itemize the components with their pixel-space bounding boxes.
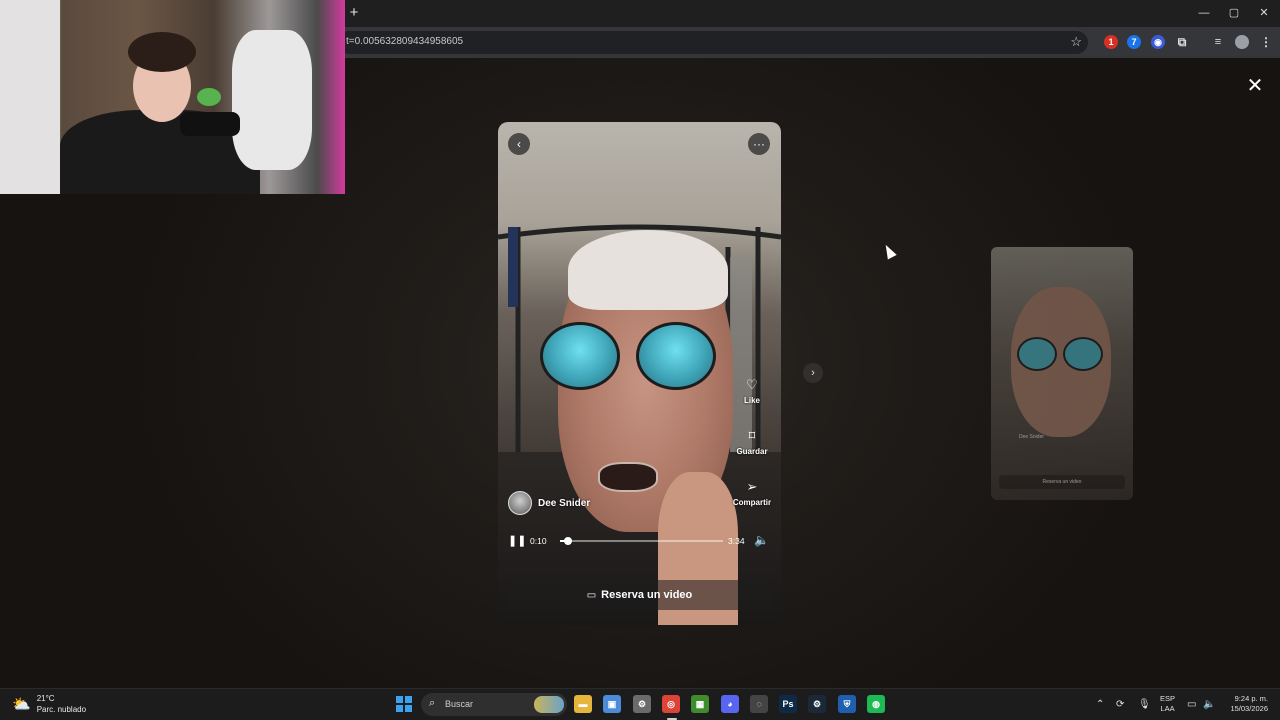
translate-ext-icon[interactable]: 7 xyxy=(1127,35,1141,49)
address-bar[interactable]: t=0.005632809434958605 ☆ xyxy=(338,31,1088,54)
video-player[interactable]: ‹ ··· ♡ Like ⌑ Guardar ➢ Compartir Dee S… xyxy=(498,122,781,625)
menu-kebab-icon[interactable]: ⋮ xyxy=(1259,35,1273,49)
next-video-preview[interactable]: Dee Snider Reserva un video xyxy=(991,247,1133,500)
maximize-button[interactable]: ▢ xyxy=(1226,6,1242,20)
file-explorer-icon[interactable]: ▬ xyxy=(574,695,592,713)
language-indicator[interactable]: ESP LAA xyxy=(1160,694,1175,714)
mouse-cursor-icon xyxy=(881,242,897,260)
network-icon[interactable]: ▭ xyxy=(1187,699,1196,710)
screen: + — ▢ ✕ t=0.005632809434958605 ☆ 1 7 ◉ ⧉… xyxy=(0,0,1280,720)
close-lightbox-button[interactable]: ✕ xyxy=(1246,76,1264,96)
video-mouth xyxy=(598,462,658,492)
start-tile xyxy=(405,696,412,703)
clock-time: 9:24 p. m. xyxy=(1234,694,1268,703)
minecraft-icon[interactable]: ▦ xyxy=(691,695,709,713)
volume-icon[interactable]: 🔈 xyxy=(754,533,769,547)
avatar xyxy=(508,491,532,515)
lang-bottom: LAA xyxy=(1160,704,1175,713)
reserve-video-label: Reserva un video xyxy=(601,589,693,601)
video-camera-icon: ▭ xyxy=(586,590,597,601)
pause-icon[interactable]: ❚❚ xyxy=(508,534,526,548)
save-button[interactable]: ⌑ Guardar xyxy=(730,428,774,456)
preview-reserve-label: Reserva un video xyxy=(999,475,1125,489)
photoshop-icon[interactable]: Ps xyxy=(779,695,797,713)
save-label: Guardar xyxy=(736,447,768,456)
left-lens xyxy=(540,322,620,390)
current-time: 0:10 xyxy=(530,536,547,546)
new-tab-button[interactable]: + xyxy=(346,5,362,21)
spotify-icon[interactable]: ◍ xyxy=(867,695,885,713)
clock-date: 15/03/2026 xyxy=(1230,704,1268,713)
webcam-plush xyxy=(197,88,221,106)
seek-bar[interactable] xyxy=(560,537,723,545)
app-icon[interactable]: ◌ xyxy=(750,695,768,713)
start-button[interactable] xyxy=(396,696,412,712)
tray-chevron-icon[interactable]: ⌃ xyxy=(1096,699,1104,710)
seek-thumb[interactable] xyxy=(563,537,572,545)
bookmark-icon: ⌑ xyxy=(748,428,756,443)
extensions-puzzle-icon[interactable]: ⧉ xyxy=(1175,35,1189,49)
webcam-microphone xyxy=(180,112,240,136)
taskbar: ⛅ 21°C Parc. nublado ⌕ Buscar ▬ ▣ ⚙ ◎ ▦ … xyxy=(0,688,1280,720)
taskbar-search[interactable]: ⌕ Buscar xyxy=(421,693,567,716)
heart-icon: ♡ xyxy=(746,377,758,392)
like-button[interactable]: ♡ Like xyxy=(730,377,774,405)
webcam-chair xyxy=(232,30,312,170)
start-tile xyxy=(396,696,403,703)
weather-condition: Parc. nublado xyxy=(36,705,87,714)
search-icon: ⌕ xyxy=(429,697,436,709)
total-time: 3:34 xyxy=(728,536,745,546)
youtube-ext-icon[interactable]: 1 xyxy=(1104,35,1118,49)
shield-ext-icon[interactable]: ◉ xyxy=(1151,35,1165,49)
author-name: Dee Snider xyxy=(538,497,591,509)
share-label: Compartir xyxy=(732,498,772,507)
reserve-video-button[interactable]: ▭ Reserva un video xyxy=(508,580,771,610)
url-text: t=0.005632809434958605 xyxy=(346,36,464,47)
partly-cloudy-icon: ⛅ xyxy=(12,696,31,713)
start-tile xyxy=(405,705,412,712)
start-tile xyxy=(396,705,403,712)
send-icon: ➢ xyxy=(746,479,758,494)
webcam-wall xyxy=(0,0,60,194)
playback-controls: ❚❚ 0:10 3:34 🔈 xyxy=(498,531,781,551)
right-lens xyxy=(636,322,716,390)
webcam-person-hair xyxy=(128,32,196,72)
microphone-icon[interactable]: 🎙 xyxy=(1138,699,1151,710)
store-icon[interactable]: ▣ xyxy=(603,695,621,713)
close-window-button[interactable]: ✕ xyxy=(1256,6,1272,20)
author-link[interactable]: Dee Snider xyxy=(508,491,590,515)
chrome-icon[interactable]: ◎ xyxy=(662,695,680,713)
like-label: Like xyxy=(743,396,760,405)
speaker-icon[interactable]: 🔈 xyxy=(1203,699,1215,710)
weather-temp: 21°C xyxy=(36,694,55,703)
weather-widget[interactable]: ⛅ 21°C Parc. nublado xyxy=(12,693,86,715)
lang-top: ESP xyxy=(1160,694,1176,703)
tab-search-icon[interactable]: ≡ xyxy=(1211,35,1225,49)
preview-right-lens xyxy=(1063,337,1103,371)
share-button[interactable]: ➢ Compartir xyxy=(730,479,774,507)
discord-icon[interactable]: ◕ xyxy=(721,695,739,713)
clock[interactable]: 9:24 p. m. 15/03/2026 xyxy=(1222,694,1268,714)
steam-icon[interactable]: ⚙ xyxy=(808,695,826,713)
search-highlight-badge xyxy=(534,696,564,713)
video-hair xyxy=(568,230,728,310)
search-label: Buscar xyxy=(445,699,474,709)
sync-icon[interactable]: ⟳ xyxy=(1116,699,1124,710)
bookmark-star-icon[interactable]: ☆ xyxy=(1070,34,1082,50)
back-button[interactable]: ‹ xyxy=(508,133,530,155)
settings-icon[interactable]: ⚙ xyxy=(633,695,651,713)
webcam-overlay xyxy=(0,0,345,194)
preview-left-lens xyxy=(1017,337,1057,371)
next-video-arrow[interactable]: › xyxy=(803,363,823,383)
minimize-button[interactable]: — xyxy=(1196,6,1212,20)
vpn-icon[interactable]: ⛨ xyxy=(838,695,856,713)
more-options-button[interactable]: ··· xyxy=(748,133,770,155)
preview-author: Dee Snider xyxy=(1019,434,1045,440)
profile-avatar[interactable] xyxy=(1235,35,1249,49)
